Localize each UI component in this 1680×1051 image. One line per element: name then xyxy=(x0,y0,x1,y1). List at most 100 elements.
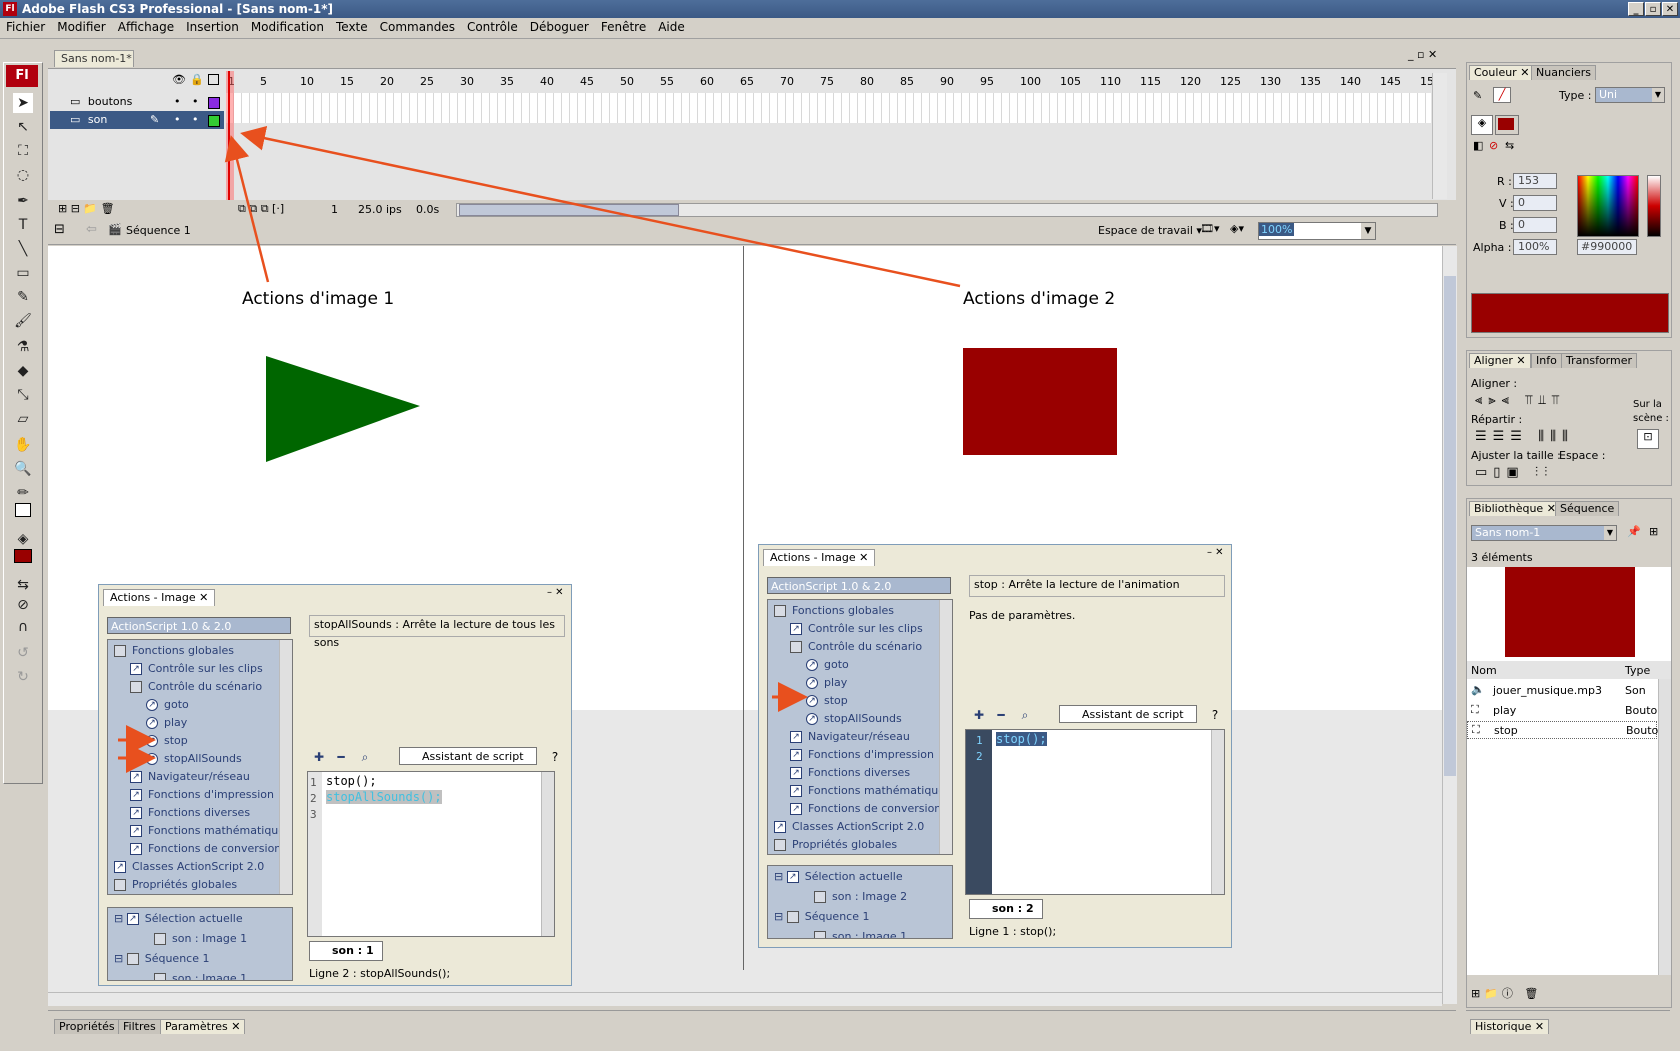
layer-row-son[interactable]: ▭ son ✎ • • xyxy=(50,111,224,129)
brightness-slider[interactable] xyxy=(1647,175,1661,237)
pencil-icon[interactable]: ✎ xyxy=(13,287,33,307)
tree-stop[interactable]: stop xyxy=(164,734,188,747)
tree-controle-clips[interactable]: Contrôle sur les clips xyxy=(148,662,263,675)
menu-modification[interactable]: Modification xyxy=(245,18,330,36)
fill-swatch[interactable] xyxy=(13,549,33,569)
color-spectrum[interactable] xyxy=(1577,175,1639,237)
snap-magnet-icon[interactable]: ∩ xyxy=(13,617,33,637)
tab-bibliotheque[interactable]: Bibliothèque ✕ xyxy=(1469,501,1561,516)
line-tool-icon[interactable]: ╲ xyxy=(13,239,33,259)
menu-aide[interactable]: Aide xyxy=(652,18,691,36)
tree-fonctions-globales[interactable]: Fonctions globales xyxy=(792,604,894,617)
library-scrollbar[interactable] xyxy=(1658,679,1671,975)
tab-sequence[interactable]: Séquence xyxy=(1555,501,1620,516)
panel-minmax-icon[interactable]: – ✕ xyxy=(1207,547,1224,558)
edit-scene-icon[interactable]: 🎞▾ xyxy=(1200,222,1220,235)
selection-arrow-icon[interactable]: ➤ xyxy=(13,93,33,113)
nav-son-image[interactable]: son : Image 1 xyxy=(172,932,247,945)
editor-scrollbar[interactable] xyxy=(541,772,554,936)
stroke-pencil-icon[interactable]: ✎ xyxy=(1473,89,1482,102)
find-icon[interactable]: ⌕ xyxy=(357,749,373,765)
tab-historique[interactable]: Historique ✕ xyxy=(1470,1019,1550,1034)
eyedropper-icon[interactable]: ⤡ xyxy=(13,385,33,405)
tab-proprietes[interactable]: Propriétés xyxy=(54,1019,120,1034)
nav-son-image-b[interactable]: son : Image 1 xyxy=(172,972,247,980)
help-icon[interactable]: ? xyxy=(547,749,563,765)
timeline-scrollbar[interactable] xyxy=(1432,73,1447,199)
menu-deboguer[interactable]: Déboguer xyxy=(524,18,595,36)
pen-icon[interactable]: ✒ xyxy=(13,191,33,211)
stage-hscroll[interactable] xyxy=(48,992,1442,1005)
menu-texte[interactable]: Texte xyxy=(330,18,374,36)
subselection-icon[interactable]: ↖ xyxy=(13,117,33,137)
remove-action-icon[interactable]: ━ xyxy=(333,749,349,765)
brush-icon[interactable]: 🖌 xyxy=(13,311,33,331)
add-layer-icon[interactable]: ⊞ ⊟ 📁 🗑 xyxy=(58,202,115,215)
toolbox-scrollbar[interactable] xyxy=(939,600,952,854)
text-tool-icon[interactable]: T xyxy=(13,215,33,235)
library-item[interactable]: ⛶ play Bouton xyxy=(1467,701,1664,719)
fill-color-swatch[interactable] xyxy=(1495,115,1519,135)
find-icon[interactable]: ⌕ xyxy=(1017,707,1033,723)
tab-parametres[interactable]: Paramètres ✕ xyxy=(160,1019,246,1034)
tree-navigateur[interactable]: Navigateur/réseau xyxy=(148,770,250,783)
tree-math[interactable]: Fonctions mathématiques xyxy=(148,824,291,837)
minimize-button[interactable]: _ xyxy=(1628,2,1644,16)
onion-skin-icon[interactable]: ⧉ ⧉ ⧉ [·] xyxy=(238,202,284,216)
to-stage-toggle[interactable]: ⊡ xyxy=(1637,429,1659,449)
stage-vscroll[interactable] xyxy=(1442,246,1457,1004)
swap-colors-icon[interactable]: ⇆ xyxy=(1505,139,1514,152)
timeline-hscroll[interactable] xyxy=(456,203,1438,217)
tree-diverses[interactable]: Fonctions diverses xyxy=(148,806,250,819)
stroke-none-icon[interactable]: ╱ xyxy=(1493,87,1511,103)
tree-controle-scenario[interactable]: Contrôle du scénario xyxy=(808,640,922,653)
b-input[interactable]: 0 xyxy=(1513,217,1557,233)
eraser-icon[interactable]: ▱ xyxy=(13,409,33,429)
actions-panel-2-tab[interactable]: Actions - Image ✕ xyxy=(763,549,876,566)
tab-info[interactable]: Info xyxy=(1531,353,1562,368)
tree-controle-scenario[interactable]: Contrôle du scénario xyxy=(148,680,262,693)
nav-sequence[interactable]: Séquence 1 xyxy=(805,910,870,923)
script-tab-2[interactable]: son : 2 xyxy=(969,899,1043,919)
hex-input[interactable]: #990000 xyxy=(1577,239,1637,255)
align-buttons[interactable]: ⫷⫸⫷ ⫪⫫⫪ xyxy=(1475,393,1565,408)
no-color-icon[interactable]: ⊘ xyxy=(1489,139,1498,152)
tree-classes-as2[interactable]: Classes ActionScript 2.0 xyxy=(132,860,264,873)
nav-son-image[interactable]: son : Image 2 xyxy=(832,890,907,903)
menu-affichage[interactable]: Affichage xyxy=(112,18,180,36)
timeline-toggle-icon[interactable]: ⊟ xyxy=(54,222,65,237)
back-arrow-icon[interactable]: ⇦ xyxy=(86,222,97,237)
default-colors-icon[interactable]: ◧ xyxy=(1473,139,1483,152)
r-input[interactable]: 153 xyxy=(1513,173,1557,189)
nav-selection-actuelle[interactable]: Sélection actuelle xyxy=(805,870,903,883)
script-editor-1[interactable]: 1 2 3 stop(); stopAllSounds(); xyxy=(307,771,555,937)
editor-scrollbar[interactable] xyxy=(1211,730,1224,894)
actions-panel-1-tab[interactable]: Actions - Image ✕ xyxy=(103,589,216,606)
tree-stop[interactable]: stop xyxy=(824,694,848,707)
tree-controle-clips[interactable]: Contrôle sur les clips xyxy=(808,622,923,635)
menu-insertion[interactable]: Insertion xyxy=(180,18,245,36)
distribute-buttons[interactable]: ☰☰☰ ⫼⫼⫼ xyxy=(1475,429,1574,444)
menu-fichier[interactable]: Fichier xyxy=(0,18,51,36)
tree-fonctions-globales[interactable]: Fonctions globales xyxy=(132,644,234,657)
tree-impression[interactable]: Fonctions d'impression xyxy=(148,788,274,801)
tab-transformer[interactable]: Transformer xyxy=(1561,353,1638,368)
smooth-icon[interactable]: ↺ xyxy=(13,643,33,663)
library-footer-buttons[interactable]: ⊞📁ⓘ 🗑 xyxy=(1471,985,1542,1001)
maximize-button[interactable]: ▫ xyxy=(1645,2,1661,16)
add-action-icon[interactable]: ✚ xyxy=(311,749,327,765)
script-tab-1[interactable]: son : 1 xyxy=(309,941,383,961)
nav-selection-actuelle[interactable]: Sélection actuelle xyxy=(145,912,243,925)
swap-colors-icon[interactable]: ⇆ xyxy=(13,575,33,595)
tab-filtres[interactable]: Filtres xyxy=(118,1019,161,1034)
panel-minmax-icon[interactable]: – ✕ xyxy=(547,587,564,598)
alpha-input[interactable]: 100% xyxy=(1513,239,1557,255)
tree-goto[interactable]: goto xyxy=(164,698,189,711)
library-item[interactable]: ⛶ stop Bouton xyxy=(1467,721,1665,739)
paint-bucket-icon[interactable]: ◆ xyxy=(13,361,33,381)
layer-row-boutons[interactable]: ▭ boutons • • xyxy=(50,93,224,111)
tree-classes-as2[interactable]: Classes ActionScript 2.0 xyxy=(792,820,924,833)
col-name[interactable]: Nom xyxy=(1471,664,1497,677)
scene-name[interactable]: Séquence 1 xyxy=(126,224,191,237)
edit-symbol-icon[interactable]: ◈▾ xyxy=(1230,222,1244,235)
